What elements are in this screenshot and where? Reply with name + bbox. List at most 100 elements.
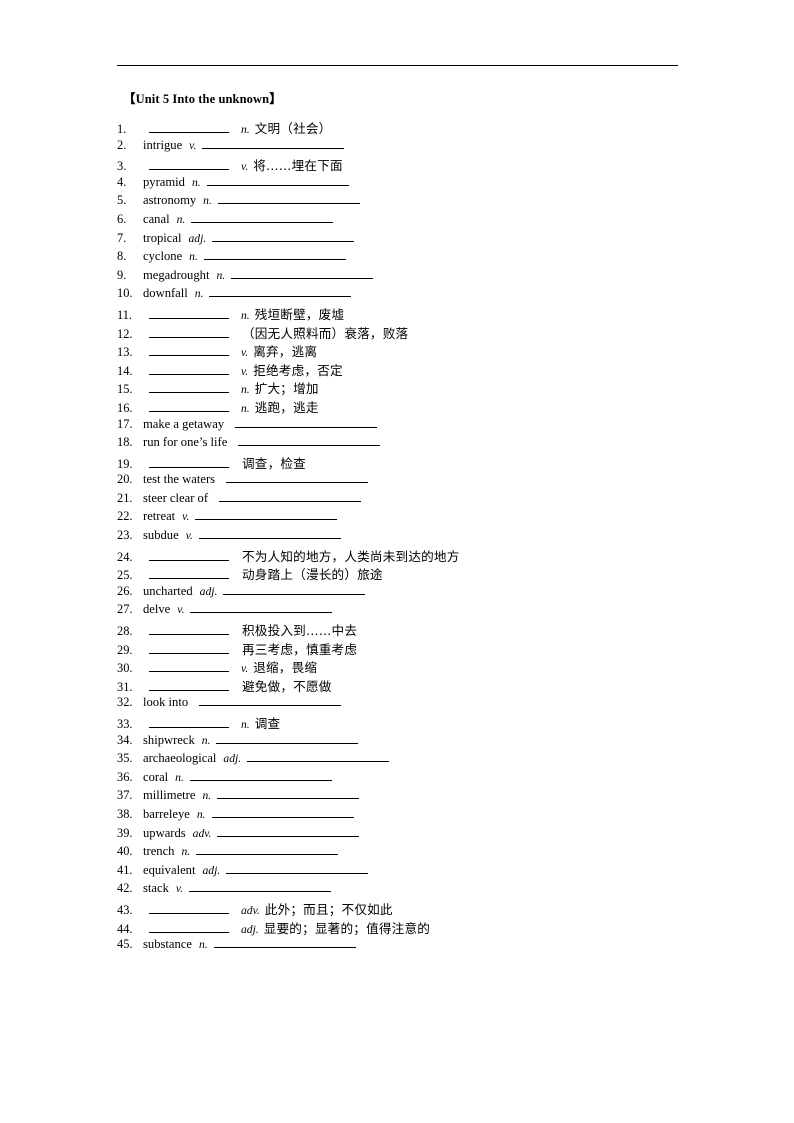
entry-number: 4. [117, 174, 127, 189]
entry-number: 20. [117, 472, 133, 487]
english-term: shipwreck [143, 732, 195, 747]
answer-blank[interactable] [149, 158, 229, 171]
entry-number: 10. [117, 286, 133, 301]
answer-blank[interactable] [149, 679, 229, 691]
vocabulary-entry: 32. look into [117, 694, 717, 713]
entry-number: 23. [117, 528, 133, 543]
part-of-speech: v. [177, 603, 185, 617]
answer-blank[interactable] [196, 843, 339, 856]
vocabulary-entry: 27. delve v. [117, 601, 717, 620]
vocabulary-entry: 6. canal n. [117, 211, 717, 230]
part-of-speech: adv. [192, 826, 212, 840]
answer-blank[interactable] [213, 936, 356, 949]
answer-blank[interactable] [231, 267, 374, 279]
answer-blank[interactable] [149, 660, 229, 673]
answer-blank[interactable] [223, 583, 366, 595]
answer-blank[interactable] [149, 381, 229, 394]
english-term: test the waters [143, 472, 216, 487]
english-term: tropical [143, 230, 182, 245]
part-of-speech: adj. [223, 752, 242, 766]
answer-blank[interactable] [149, 921, 229, 933]
english-term: trench [143, 844, 175, 859]
answer-blank[interactable] [189, 880, 332, 893]
answer-blank[interactable] [149, 400, 229, 412]
answer-blank[interactable] [226, 471, 369, 484]
answer-blank[interactable] [202, 137, 345, 149]
vocabulary-entry: 3. v. 将……埋在下面 [117, 155, 717, 174]
answer-blank[interactable] [149, 344, 229, 357]
answer-blank[interactable] [226, 862, 369, 874]
english-term: subdue [143, 528, 179, 543]
chinese-definition: 不为人知的地方，人类尚未到达的地方 [242, 548, 460, 564]
entry-number: 29. [117, 642, 133, 657]
chinese-definition: 调查，检查 [242, 455, 306, 471]
answer-blank[interactable] [212, 230, 355, 242]
answer-blank[interactable] [149, 716, 229, 728]
entry-number: 45. [117, 937, 133, 952]
answer-blank[interactable] [216, 732, 359, 744]
answer-blank[interactable] [211, 806, 354, 818]
entry-number: 25. [117, 568, 133, 583]
answer-blank[interactable] [238, 434, 381, 447]
answer-blank[interactable] [191, 211, 334, 223]
entry-number: 6. [117, 211, 127, 226]
english-term: cyclone [143, 249, 183, 264]
part-of-speech: n. [189, 250, 198, 264]
answer-blank[interactable] [206, 174, 349, 186]
entry-number: 9. [117, 267, 127, 282]
part-of-speech: v. [175, 882, 184, 896]
vocabulary-entry: 14. v. 拒绝考虑，否定 [117, 360, 717, 379]
vocabulary-entry: 31. 避免做，不愿做 [117, 676, 717, 695]
answer-blank[interactable] [198, 527, 341, 540]
part-of-speech: n. [241, 308, 250, 322]
answer-blank[interactable] [149, 456, 229, 468]
english-term: archaeological [143, 751, 217, 766]
answer-blank[interactable] [247, 750, 390, 763]
chinese-definition: 此外；而且；不仅如此 [264, 901, 393, 917]
entry-number: 39. [117, 825, 133, 840]
entry-number: 30. [117, 661, 133, 676]
answer-blank[interactable] [209, 285, 352, 298]
vocabulary-entry: 29. 再三考虑，慎重考虑 [117, 639, 717, 658]
entry-number: 27. [117, 602, 133, 617]
part-of-speech: adj. [199, 584, 218, 598]
vocabulary-entry: 11. n. 残垣断壁，废墟 [117, 304, 717, 323]
english-term: barreleye [143, 806, 190, 821]
entry-number: 36. [117, 769, 133, 784]
answer-blank[interactable] [219, 490, 362, 502]
english-term: pyramid [143, 174, 185, 189]
part-of-speech: n. [216, 268, 226, 282]
answer-blank[interactable] [217, 825, 360, 837]
entry-number: 14. [117, 363, 133, 378]
answer-blank[interactable] [149, 307, 229, 319]
chinese-definition: 残垣断壁，废墟 [254, 306, 345, 322]
vocabulary-entry: 45. substance n. [117, 936, 717, 955]
vocabulary-entry: 21. steer clear of [117, 490, 717, 509]
part-of-speech: n. [194, 287, 204, 301]
answer-blank[interactable] [195, 508, 338, 521]
answer-blank[interactable] [149, 567, 229, 580]
answer-blank[interactable] [235, 416, 378, 428]
answer-blank[interactable] [190, 601, 333, 614]
entry-number: 3. [117, 159, 127, 174]
entry-number: 21. [117, 490, 133, 505]
answer-blank[interactable] [149, 363, 229, 375]
answer-blank[interactable] [149, 326, 229, 338]
answer-blank[interactable] [149, 549, 229, 561]
answer-blank[interactable] [203, 248, 346, 261]
answer-blank[interactable] [149, 902, 229, 914]
answer-blank[interactable] [149, 121, 229, 133]
answer-blank[interactable] [199, 694, 342, 707]
answer-blank[interactable] [217, 787, 360, 800]
part-of-speech: v. [185, 529, 193, 543]
answer-blank[interactable] [149, 623, 229, 636]
entry-number: 31. [117, 679, 133, 694]
answer-blank[interactable] [189, 769, 332, 781]
part-of-speech: n. [241, 123, 250, 136]
vocabulary-entry: 19. 调查，检查 [117, 453, 717, 472]
vocabulary-entry: 34. shipwreck n. [117, 732, 717, 751]
answer-blank[interactable] [149, 642, 229, 654]
entry-number: 26. [117, 583, 133, 598]
answer-blank[interactable] [217, 192, 360, 205]
english-term: substance [143, 937, 192, 952]
